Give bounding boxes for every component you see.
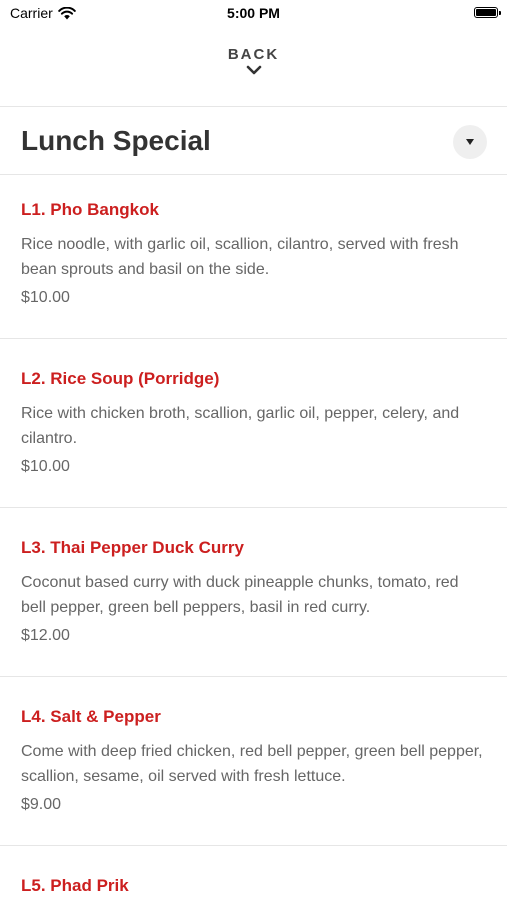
menu-item[interactable]: L5. Phad Prik: [0, 852, 507, 900]
item-divider: [0, 338, 507, 339]
section-header: Lunch Special: [0, 108, 507, 174]
menu-item[interactable]: L4. Salt & Pepper Come with deep fried c…: [0, 683, 507, 845]
section-title: Lunch Special: [21, 125, 211, 156]
item-price: $12.00: [21, 627, 70, 644]
chevron-down-icon: [246, 65, 261, 75]
item-name: L1. Pho Bangkok: [21, 200, 159, 219]
item-divider: [0, 845, 507, 846]
item-name: L3. Thai Pepper Duck Curry: [21, 538, 244, 557]
item-description: Come with deep fried chicken, red bell p…: [21, 743, 483, 785]
item-description: Rice with chicken broth, scallion, garli…: [21, 405, 460, 447]
status-time: 5:00 PM: [227, 5, 280, 21]
item-name: L2. Rice Soup (Porridge): [21, 369, 220, 388]
battery-fill: [476, 9, 496, 16]
menu-item[interactable]: L3. Thai Pepper Duck Curry Coconut based…: [0, 514, 507, 676]
menu-item[interactable]: L2. Rice Soup (Porridge) Rice with chick…: [0, 345, 507, 507]
item-divider: [0, 676, 507, 677]
item-description: Coconut based curry with duck pineapple …: [21, 574, 459, 616]
header-divider: [0, 106, 507, 107]
battery-icon: [474, 7, 501, 18]
item-description: Rice noodle, with garlic oil, scallion, …: [21, 236, 459, 278]
back-label: BACK: [227, 46, 280, 63]
item-name: L5. Phad Prik: [21, 876, 129, 895]
back-button[interactable]: BACK: [0, 46, 507, 75]
section-dropdown-button[interactable]: [453, 125, 487, 159]
item-divider: [0, 507, 507, 508]
section-divider: [0, 174, 507, 175]
menu-item[interactable]: L1. Pho Bangkok Rice noodle, with garlic…: [0, 176, 507, 338]
item-price: $10.00: [21, 289, 70, 306]
item-name: L4. Salt & Pepper: [21, 707, 161, 726]
item-price: $9.00: [21, 796, 62, 813]
item-price: $10.00: [21, 458, 70, 475]
status-bar: Carrier 5:00 PM: [0, 0, 507, 28]
